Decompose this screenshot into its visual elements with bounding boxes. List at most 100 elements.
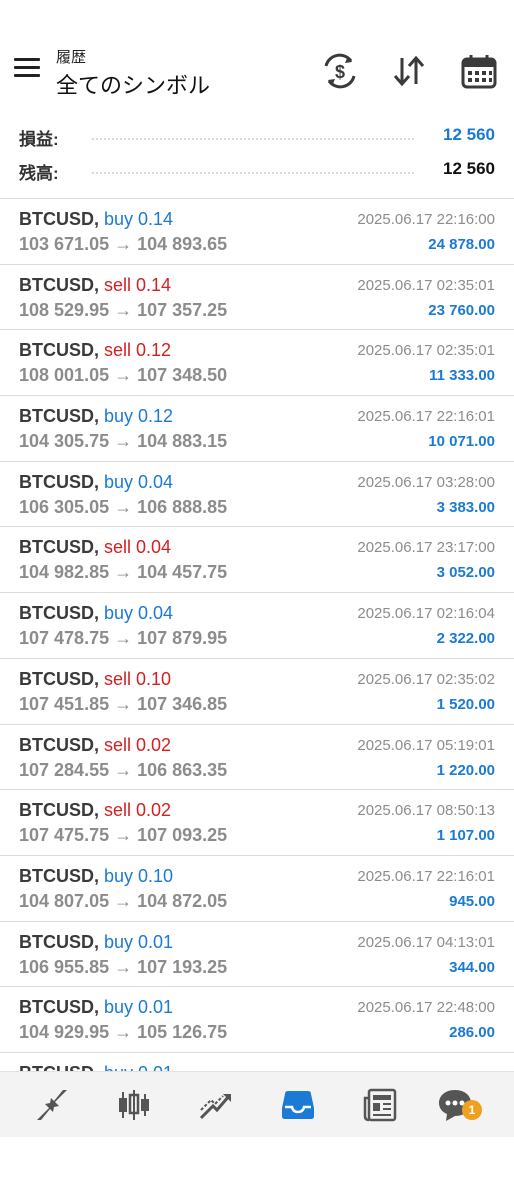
trade-row[interactable]: BTCUSD, buy 0.04 107 478.75 → 107 879.95 2… — [0, 593, 514, 659]
balance-value: 12 560 — [443, 159, 495, 178]
trade-time: 2025.06.17 05:19:01 — [357, 736, 495, 754]
symbol-text: BTCUSD, — [19, 340, 99, 361]
page-title[interactable]: 全てのシンボル — [56, 68, 210, 100]
dotted-leader — [92, 172, 414, 174]
trade-symbol: BTCUSD, buy 0.04 — [19, 603, 173, 624]
trade-row[interactable]: BTCUSD, sell 0.10 107 451.85 → 107 346.85… — [0, 659, 514, 725]
trade-profit: 10 071.00 — [428, 433, 495, 451]
trade-symbol: BTCUSD, buy 0.14 — [19, 209, 173, 230]
page-subtitle: 履歴 — [56, 49, 87, 66]
trade-side: buy 0.12 — [104, 406, 174, 427]
balance-row: 残高: 12 560 — [0, 154, 514, 184]
chart-icon[interactable] — [115, 1086, 153, 1124]
trade-prices: 106 955.85 → 107 193.25 — [19, 956, 228, 977]
messages-badge: 1 — [462, 1100, 482, 1120]
symbol-text: BTCUSD, — [19, 865, 99, 886]
trade-time: 2025.06.17 02:35:01 — [357, 342, 495, 360]
trade-row[interactable]: BTCUSD, buy 0.14 103 671.05 → 104 893.65 2… — [0, 199, 514, 265]
trade-side: buy 0.01 — [104, 931, 174, 952]
trade-symbol: BTCUSD, buy 0.12 — [19, 406, 173, 427]
quotes-icon[interactable] — [33, 1086, 71, 1124]
trade-symbol: BTCUSD, sell 0.04 — [19, 537, 171, 558]
trade-symbol: BTCUSD, buy 0.10 — [19, 866, 173, 887]
trade-icon[interactable] — [197, 1086, 235, 1124]
trade-side: buy 0.10 — [104, 865, 174, 886]
trade-symbol: BTCUSD, buy 0.01 — [19, 932, 173, 953]
symbol-text: BTCUSD, — [19, 931, 99, 952]
account-summary: 損益: 12 560 残高: 12 560 — [0, 116, 514, 198]
trade-row[interactable]: BTCUSD, sell 0.02 107 475.75 → 107 093.25… — [0, 790, 514, 856]
trade-profit: 2 322.00 — [436, 630, 495, 648]
dotted-leader — [92, 138, 414, 140]
trade-prices: 107 475.75 → 107 093.25 — [19, 825, 228, 846]
sort-icon[interactable] — [390, 52, 428, 90]
symbol-text: BTCUSD, — [19, 997, 99, 1018]
symbol-text: BTCUSD, — [19, 209, 99, 229]
trade-row[interactable]: BTCUSD, buy 0.01 104 929.95 → 105 126.75 2… — [0, 987, 514, 1053]
trade-profit: 11 333.00 — [429, 367, 495, 385]
trade-row[interactable]: BTCUSD, sell 0.04 104 982.85 → 104 457.75… — [0, 527, 514, 594]
symbol-text: BTCUSD, — [19, 406, 99, 427]
trade-time: 2025.06.17 22:16:01 — [357, 867, 495, 885]
trade-symbol: BTCUSD, sell 0.02 — [19, 800, 171, 821]
trade-time: 2025.06.17 02:16:04 — [357, 605, 495, 623]
trade-symbol: BTCUSD, buy 0.04 — [19, 472, 173, 493]
trade-time: 2025.06.17 08:50:13 — [357, 802, 495, 820]
trade-profit: 3 383.00 — [436, 498, 495, 516]
trade-symbol: BTCUSD, sell 0.14 — [19, 275, 171, 296]
trade-row[interactable]: BTCUSD, buy 0.12 104 305.75 → 104 883.15 2… — [0, 396, 514, 462]
trade-profit: 1 220.00 — [436, 761, 495, 779]
trade-prices: 108 001.05 → 107 348.50 — [19, 365, 228, 386]
symbol-text: BTCUSD, — [19, 471, 99, 492]
trade-prices: 104 305.75 → 104 883.15 — [19, 431, 228, 452]
trade-row[interactable]: BTCUSD, sell 0.14 108 529.95 → 107 357.25… — [0, 265, 514, 331]
trade-prices: 107 478.75 → 107 879.95 — [19, 628, 228, 649]
profit-row: 損益: 12 560 — [0, 120, 514, 150]
symbol-text: BTCUSD, — [19, 800, 99, 821]
symbol-text: BTCUSD, — [19, 274, 99, 295]
symbol-text: BTCUSD, — [19, 734, 99, 755]
trade-symbol: BTCUSD, sell 0.02 — [19, 735, 171, 756]
history-icon[interactable] — [279, 1086, 317, 1124]
profit-label: 損益: — [19, 130, 59, 149]
trade-profit: 3 052.00 — [436, 564, 495, 582]
trade-symbol: BTCUSD, sell 0.10 — [19, 669, 171, 690]
trade-row[interactable]: BTCUSD, sell 0.02 107 284.55 → 106 863.35… — [0, 725, 514, 791]
app-header: 履歴 全てのシンボル $ — [0, 0, 514, 112]
symbol-text: BTCUSD, — [19, 537, 99, 558]
trade-row[interactable]: BTCUSD, buy 0.04 106 305.05 → 106 888.85 2… — [0, 462, 514, 528]
trade-symbol: BTCUSD, buy 0.01 — [19, 997, 173, 1018]
trade-time: 2025.06.17 03:28:00 — [357, 473, 495, 491]
symbol-text: BTCUSD, — [19, 668, 99, 689]
trade-row[interactable]: BTCUSD, buy 0.01 106 955.85 → 107 193.25 2… — [0, 922, 514, 988]
trade-side: sell 0.02 — [104, 800, 172, 821]
trade-profit: 23 760.00 — [428, 301, 495, 319]
trade-prices: 104 982.85 → 104 457.75 — [19, 562, 228, 583]
news-icon[interactable] — [361, 1086, 399, 1124]
trade-side: sell 0.04 — [104, 537, 172, 558]
trade-side: buy 0.14 — [104, 209, 174, 229]
trade-prices: 108 529.95 → 107 357.25 — [19, 299, 228, 320]
trade-prices: 104 807.05 → 104 872.05 — [19, 890, 228, 911]
currency-exchange-icon[interactable]: $ — [321, 52, 359, 90]
trade-side: sell 0.14 — [104, 274, 172, 295]
trade-symbol: BTCUSD, sell 0.12 — [19, 340, 171, 361]
trade-profit: 945.00 — [449, 892, 495, 910]
trade-prices: 103 671.05 → 104 893.65 — [19, 234, 228, 254]
trade-prices: 106 305.05 → 106 888.85 — [19, 496, 228, 517]
trade-side: buy 0.01 — [104, 1063, 173, 1071]
trade-time: 2025.06.17 04:13:01 — [357, 933, 495, 951]
trade-row[interactable]: BTCUSD, sell 0.12 108 001.05 → 107 348.50… — [0, 330, 514, 397]
trade-profit: 24 878.00 — [428, 236, 495, 253]
trade-prices: 107 451.85 → 107 346.85 — [19, 693, 228, 714]
trade-row[interactable]: BTCUSD, buy 0.01 — [0, 1053, 514, 1071]
trade-history-list[interactable]: BTCUSD, buy 0.14 103 671.05 → 104 893.65 2… — [0, 199, 514, 1071]
trade-side: buy 0.01 — [104, 997, 174, 1018]
calendar-icon[interactable] — [460, 52, 498, 90]
trade-profit: 344.00 — [449, 958, 495, 976]
trade-row[interactable]: BTCUSD, buy 0.10 104 807.05 → 104 872.05 2… — [0, 856, 514, 922]
menu-icon[interactable] — [14, 58, 40, 80]
profit-value: 12 560 — [443, 125, 495, 144]
trade-symbol: BTCUSD, buy 0.01 — [19, 1063, 173, 1071]
trade-side: sell 0.12 — [104, 340, 172, 361]
